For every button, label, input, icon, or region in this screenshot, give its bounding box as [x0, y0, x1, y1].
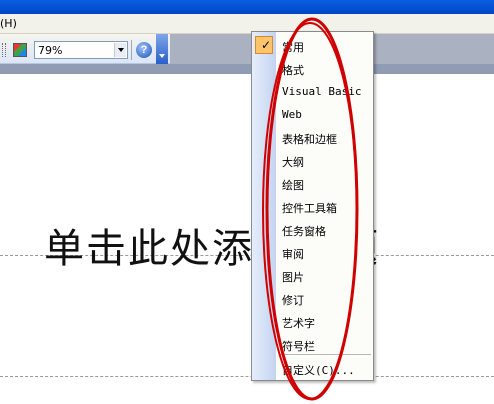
placeholder-border-bottom	[0, 376, 494, 377]
menu-item-label: Web	[282, 108, 302, 121]
menu-item-tables-borders[interactable]: 表格和边框	[252, 126, 373, 148]
menu-item-label: 绘图	[282, 179, 304, 192]
workspace-border	[0, 64, 494, 74]
menu-item-revisions[interactable]: 修订	[252, 287, 373, 309]
menu-item-standard[interactable]: ✓ 常用	[252, 34, 373, 56]
menu-item-label: 任务窗格	[282, 225, 326, 238]
menu-item-drawing[interactable]: 绘图	[252, 172, 373, 194]
toolbar-separator	[131, 40, 132, 60]
menu-item-picture[interactable]: 图片	[252, 264, 373, 286]
menu-item-label: 自定义(C)...	[282, 364, 355, 377]
help-icon[interactable]: ?	[136, 42, 152, 58]
menu-item-label: 艺术字	[282, 317, 315, 330]
menu-item-wordart[interactable]: 艺术字	[252, 310, 373, 332]
toolbar-context-menu: ✓ 常用 格式 Visual Basic Web 表格和边框 大纲 绘图 控件工…	[251, 31, 374, 381]
menu-item-symbol-bar[interactable]: 符号栏	[252, 333, 373, 355]
title-bar	[0, 0, 494, 14]
menu-item-label: 表格和边框	[282, 133, 337, 146]
checkmark-icon: ✓	[261, 38, 272, 52]
menu-item-label: 常用	[282, 41, 304, 54]
menu-item-label: 控件工具箱	[282, 202, 337, 215]
menu-item-outline[interactable]: 大纲	[252, 149, 373, 171]
zoom-dropdown-arrow-icon[interactable]	[114, 43, 126, 57]
menu-item-customize[interactable]: 自定义(C)...	[252, 357, 373, 379]
toolbar-grip-handle[interactable]	[2, 43, 6, 57]
checked-state: ✓	[255, 36, 273, 54]
menu-item-label: 图片	[282, 271, 304, 284]
toolbar-options-chevron-icon[interactable]	[156, 34, 168, 64]
color-scheme-icon[interactable]	[13, 43, 27, 57]
zoom-combobox[interactable]: 79%	[34, 41, 128, 59]
menu-item-web[interactable]: Web	[252, 103, 373, 125]
zoom-value[interactable]: 79%	[38, 44, 62, 57]
menu-item-label: Visual Basic	[282, 85, 362, 98]
menu-separator	[279, 354, 371, 355]
menu-item-format[interactable]: 格式	[252, 57, 373, 79]
menu-bar: (H)	[0, 14, 494, 34]
menu-item-label: 审阅	[282, 248, 304, 261]
menu-item-visual-basic[interactable]: Visual Basic	[252, 80, 373, 102]
menu-item-label: 大纲	[282, 156, 304, 169]
standard-toolbar: 79% ?	[0, 34, 170, 64]
menu-item-control-toolbox[interactable]: 控件工具箱	[252, 195, 373, 217]
menu-item-task-pane[interactable]: 任务窗格	[252, 218, 373, 240]
menu-help-fragment[interactable]: (H)	[0, 17, 17, 30]
menu-item-label: 格式	[282, 64, 304, 77]
menu-item-label: 修订	[282, 294, 304, 307]
menu-item-label: 符号栏	[282, 340, 315, 353]
menu-item-reviewing[interactable]: 审阅	[252, 241, 373, 263]
